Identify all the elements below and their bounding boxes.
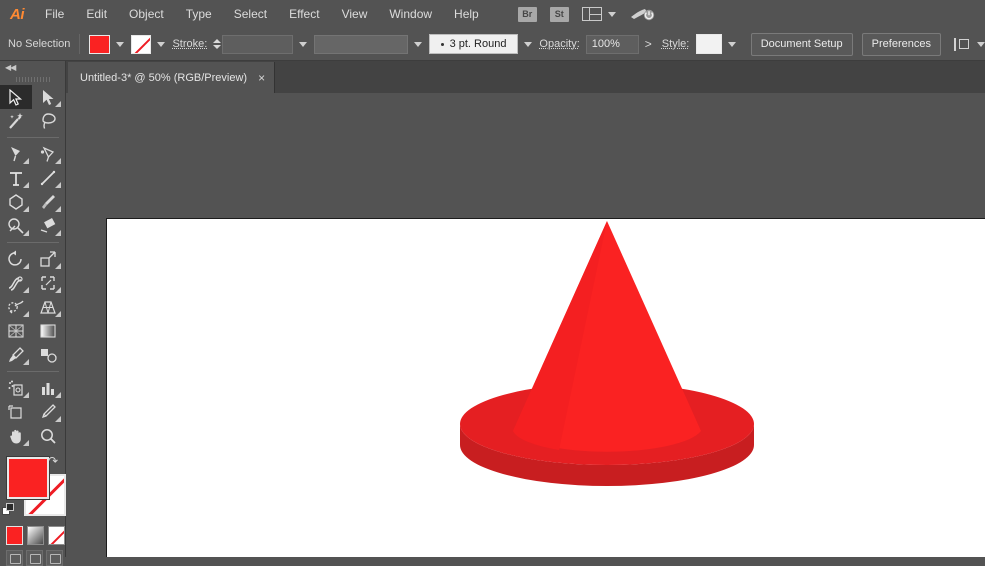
magic-wand-tool[interactable] [0,109,32,133]
brush-definition-select[interactable]: 3 pt. Round [429,34,519,54]
screen-mode-fullscreen-icon[interactable] [46,550,63,566]
color-mode-none-icon[interactable] [48,526,65,545]
free-transform-tool[interactable] [32,271,64,295]
color-mode-color-icon[interactable] [6,526,23,545]
lasso-tool[interactable] [32,109,64,133]
perspective-grid-tool[interactable] [32,295,64,319]
graphic-style-swatch[interactable] [696,34,721,54]
selection-tool[interactable] [0,85,32,109]
stroke-dropdown-chevron-down-icon[interactable] [157,42,165,47]
menu-view[interactable]: View [331,0,379,28]
blend-tool[interactable] [32,343,64,367]
app-logo-icon: Ai [0,0,34,28]
fill-dropdown-chevron-down-icon[interactable] [116,42,124,47]
canvas-area[interactable] [65,93,985,557]
document-tab-title: Untitled-3* @ 50% (RGB/Preview) [80,72,247,84]
mesh-tool[interactable] [0,319,32,343]
brush-power-icon[interactable] [629,6,655,22]
stroke-profile-input[interactable] [314,35,408,54]
3d-red-cone-artwork[interactable] [107,219,807,519]
color-mode-gradient-icon[interactable] [27,526,44,545]
menu-bar: Ai File Edit Object Type Select Effect V… [0,0,985,29]
screen-mode-fullscreen-menubar-icon[interactable] [26,550,43,566]
direct-selection-tool[interactable] [32,85,64,109]
column-graph-tool[interactable] [32,376,64,400]
pen-tool[interactable] [0,142,32,166]
tool-divider [7,242,59,243]
brush-definition-chevron-down-icon[interactable] [524,42,532,47]
control-divider [79,34,80,54]
control-bar: No Selection Stroke: 3 pt. Round Opacity… [0,28,985,61]
zoom-tool[interactable] [32,424,64,448]
close-icon[interactable]: × [258,72,265,84]
artboard[interactable] [106,218,985,557]
stroke-weight-chevron-down-icon[interactable] [299,42,307,47]
menu-effect[interactable]: Effect [278,0,330,28]
tool-divider [7,137,59,138]
stroke-weight-input[interactable] [222,35,293,54]
curvature-tool[interactable] [32,142,64,166]
swap-fill-stroke-icon[interactable]: ↷ [48,454,62,468]
menu-type[interactable]: Type [175,0,223,28]
illustrator-window: Ai File Edit Object Type Select Effect V… [0,0,985,557]
tools-panel: ◀◀ ↷ [0,61,66,557]
stroke-weight-stepper[interactable] [211,35,222,54]
stock-icon[interactable]: St [550,7,569,22]
menu-bar-right-tools: Br St [518,6,655,22]
slice-tool[interactable] [32,400,64,424]
brush-preview-icon [441,43,444,46]
menu-window[interactable]: Window [378,0,443,28]
fill-stroke-indicator: ↷ [0,454,65,522]
collapse-panel-icon[interactable]: ◀◀ [0,61,65,74]
menu-select[interactable]: Select [223,0,278,28]
stroke-profile-chevron-down-icon[interactable] [414,42,422,47]
menu-file[interactable]: File [34,0,75,28]
align-chevron-down-icon[interactable] [977,42,985,47]
artboard-tool[interactable] [0,400,32,424]
eyedropper-tool[interactable] [0,343,32,367]
opacity-more-options-icon[interactable]: > [639,38,658,50]
line-segment-tool[interactable] [32,166,64,190]
arrange-documents-icon[interactable] [582,7,602,21]
gradient-tool[interactable] [32,319,64,343]
document-tab[interactable]: Untitled-3* @ 50% (RGB/Preview) × [68,62,275,93]
bridge-icon[interactable]: Br [518,7,537,22]
preferences-button[interactable]: Preferences [862,33,941,56]
shaper-tool[interactable] [0,214,32,238]
style-chevron-down-icon[interactable] [728,42,736,47]
stroke-weight-label[interactable]: Stroke: [172,38,207,50]
paintbrush-tool[interactable] [32,190,64,214]
align-to-artboard-icon[interactable] [954,37,971,52]
style-label[interactable]: Style: [662,38,690,50]
menu-object[interactable]: Object [118,0,175,28]
chevron-down-icon[interactable] [608,12,616,17]
fill-color-swatch[interactable] [89,35,110,54]
panel-drag-handle[interactable] [0,74,65,85]
tool-divider [7,371,59,372]
default-fill-stroke-icon[interactable] [2,503,15,516]
shape-builder-tool[interactable] [0,295,32,319]
selection-status-label: No Selection [8,38,70,50]
stroke-color-swatch[interactable] [131,35,152,54]
menu-help[interactable]: Help [443,0,490,28]
menu-edit[interactable]: Edit [75,0,118,28]
screen-mode-normal-icon[interactable] [6,550,23,566]
document-setup-button[interactable]: Document Setup [751,33,853,56]
width-tool[interactable] [0,271,32,295]
hand-tool[interactable] [0,424,32,448]
rotate-tool[interactable] [0,247,32,271]
fill-color-indicator[interactable] [7,457,49,499]
brush-definition-label: 3 pt. Round [450,38,507,50]
color-mode-buttons [0,522,65,545]
eraser-tool[interactable] [32,214,64,238]
screen-mode-buttons [0,545,65,566]
opacity-label[interactable]: Opacity: [539,38,579,50]
symbol-sprayer-tool[interactable] [0,376,32,400]
type-tool[interactable] [0,166,32,190]
document-tab-bar: Untitled-3* @ 50% (RGB/Preview) × [0,61,985,94]
tool-grid [0,85,65,448]
rectangle-tool[interactable] [0,190,32,214]
opacity-input[interactable]: 100% [586,35,639,54]
scale-tool[interactable] [32,247,64,271]
